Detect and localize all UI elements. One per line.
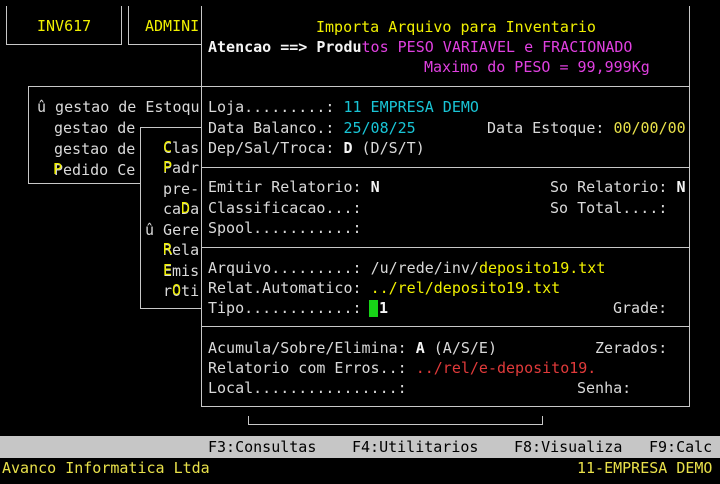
classificacao-row[interactable]: Classificacao...: bbox=[208, 198, 362, 218]
loja-row: Loja.........: 11 EMPRESA DEMO bbox=[208, 98, 479, 116]
submenu-hotkey-r: R bbox=[163, 240, 173, 258]
company-left: Avanco Informatica Ltda bbox=[2, 459, 210, 477]
menu-hotkey-p: P bbox=[53, 160, 63, 178]
data-balanco-field[interactable]: 25/08/25 bbox=[343, 119, 415, 137]
tab-inv617-label: INV617 bbox=[37, 17, 92, 35]
erros-field[interactable]: ../rel/e-deposito19. bbox=[416, 359, 597, 377]
tipo-label: Tipo............: bbox=[208, 299, 362, 317]
dep-row: Dep/Sal/Troca: D (D/S/T) bbox=[208, 139, 425, 157]
data-balanco-row: Data Balanco.: 25/08/25 bbox=[208, 119, 416, 137]
bottom-bracket bbox=[248, 416, 543, 425]
erros-row: Relatorio com Erros..: ../rel/e-deposito… bbox=[208, 359, 597, 377]
local-row[interactable]: Local................: bbox=[208, 378, 407, 398]
status-bar: Avanco Informatica Ltda 11-EMPRESA DEMO bbox=[0, 458, 720, 480]
data-estoque-row: Data Estoque: 00/00/00 bbox=[487, 119, 686, 137]
divider-1 bbox=[201, 86, 689, 87]
text-cursor bbox=[369, 300, 378, 317]
so-total-row[interactable]: So Total....: bbox=[550, 198, 667, 218]
menu-item-gestao-2[interactable]: gestao de bbox=[54, 118, 135, 138]
zerados-label[interactable]: Zerados: bbox=[595, 338, 667, 358]
f3-consultas[interactable]: F3:Consultas bbox=[208, 437, 316, 457]
menu-item-gestao-3[interactable]: gestao de bbox=[54, 139, 135, 159]
divider-4 bbox=[201, 326, 689, 327]
acumula-row: Acumula/Sobre/Elimina: A (A/S/E) bbox=[208, 339, 497, 357]
relat-row: Relat.Automatico: ../rel/deposito19.txt bbox=[208, 279, 561, 297]
submenu-item-roti[interactable]: rOti bbox=[163, 281, 199, 301]
submenu-hotkey-e: E bbox=[163, 261, 173, 279]
submenu-item-gere[interactable]: û Gere bbox=[145, 220, 199, 240]
relat-field[interactable]: ../rel/deposito19.txt bbox=[371, 279, 561, 297]
dialog-title: Importa Arquivo para Inventario bbox=[316, 18, 596, 36]
tab-admin-label: ADMINI bbox=[145, 17, 200, 35]
submenu-item-pre[interactable]: pre- bbox=[163, 179, 199, 199]
arquivo-field[interactable]: /u/rede/inv/deposito19.txt bbox=[371, 259, 606, 277]
divider-2 bbox=[201, 167, 689, 168]
submenu-hotkey-o: O bbox=[172, 281, 182, 299]
divider-3 bbox=[201, 247, 689, 248]
max-peso: Maximo do PESO = 99,999Kg bbox=[424, 58, 650, 76]
tipo-field[interactable]: 1 bbox=[379, 298, 388, 318]
data-estoque-field[interactable]: 00/00/00 bbox=[613, 119, 685, 137]
so-relatorio-field[interactable]: N bbox=[676, 178, 685, 196]
company-right: 11-EMPRESA DEMO bbox=[577, 459, 713, 477]
acumula-field[interactable]: A bbox=[416, 339, 425, 357]
menu-item-gestao-estoque[interactable]: û gestao de Estoqu bbox=[37, 97, 200, 117]
f9-calc[interactable]: F9:Calc bbox=[649, 437, 712, 457]
so-relatorio-row: So Relatorio: N bbox=[550, 178, 686, 196]
senha-label[interactable]: Senha: bbox=[577, 378, 631, 398]
arquivo-row: Arquivo.........: /u/rede/inv/deposito19… bbox=[208, 259, 606, 277]
spool-row[interactable]: Spool...........: bbox=[208, 218, 362, 238]
emitir-row: Emitir Relatorio: N bbox=[208, 178, 380, 196]
function-key-bar: F3:Consultas F4:Utilitarios F8:Visualiza… bbox=[0, 436, 720, 458]
submenu-hotkey-d: D bbox=[181, 199, 191, 217]
f8-visualiza[interactable]: F8:Visualiza bbox=[514, 437, 622, 457]
menu-item-pedido[interactable]: Pedido Ce bbox=[54, 160, 135, 180]
warning-line: Atencao ==> Produtos PESO VARIAVEL e FRA… bbox=[208, 38, 633, 56]
f4-utilitarios[interactable]: F4:Utilitarios bbox=[352, 437, 478, 457]
grade-label[interactable]: Grade: bbox=[613, 298, 667, 318]
submenu-hotkey-p: P bbox=[163, 158, 173, 176]
dep-field[interactable]: D bbox=[343, 139, 352, 157]
submenu-hotkey-c: C bbox=[163, 138, 173, 156]
emitir-field[interactable]: N bbox=[371, 178, 380, 196]
tab-inv617[interactable]: INV617 bbox=[6, 6, 122, 45]
loja-field[interactable]: 11 EMPRESA DEMO bbox=[343, 98, 478, 116]
